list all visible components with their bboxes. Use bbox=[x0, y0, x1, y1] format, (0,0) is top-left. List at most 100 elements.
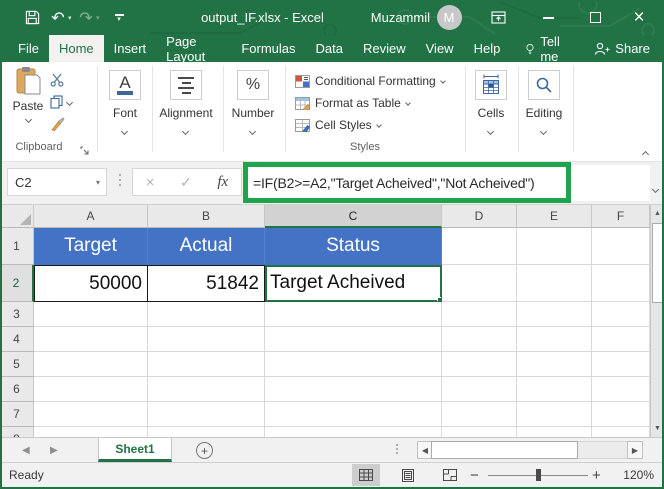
cell-A1[interactable]: Target bbox=[34, 228, 148, 265]
cell-A6[interactable] bbox=[34, 377, 148, 402]
cell-B6[interactable] bbox=[148, 377, 265, 402]
column-header-A[interactable]: A bbox=[34, 205, 148, 228]
column-header-C[interactable]: C bbox=[265, 205, 442, 228]
cell-B7[interactable] bbox=[148, 402, 265, 427]
next-sheet-button[interactable]: ▶ bbox=[50, 438, 58, 462]
scroll-down-button[interactable]: ▼ bbox=[651, 420, 664, 437]
cell-E8[interactable] bbox=[517, 427, 592, 437]
cell-F6[interactable] bbox=[592, 377, 650, 402]
undo-button[interactable]: ↶ bbox=[48, 0, 68, 35]
select-all-corner[interactable] bbox=[0, 205, 34, 228]
vertical-scrollbar-thumb[interactable] bbox=[652, 223, 663, 303]
cell-F5[interactable] bbox=[592, 352, 650, 377]
cell-F7[interactable] bbox=[592, 402, 650, 427]
cell-D5[interactable] bbox=[442, 352, 517, 377]
cell-styles-button[interactable]: Cell Styles bbox=[295, 117, 381, 133]
cells-group-button[interactable] bbox=[475, 70, 507, 100]
tab-home[interactable]: Home bbox=[49, 35, 104, 62]
insert-function-button[interactable]: fx bbox=[217, 174, 228, 191]
scroll-right-button[interactable]: ▶ bbox=[627, 441, 643, 459]
cell-B5[interactable] bbox=[148, 352, 265, 377]
cell-E4[interactable] bbox=[517, 327, 592, 352]
zoom-level[interactable]: 120% bbox=[623, 463, 654, 487]
previous-sheet-button[interactable]: ◀ bbox=[22, 438, 30, 462]
conditional-formatting-button[interactable]: Conditional Formatting bbox=[295, 73, 445, 89]
cell-C4[interactable] bbox=[265, 327, 442, 352]
row-header-2[interactable]: 2 bbox=[0, 265, 34, 302]
cell-D6[interactable] bbox=[442, 377, 517, 402]
cell-F3[interactable] bbox=[592, 302, 650, 327]
cell-A7[interactable] bbox=[34, 402, 148, 427]
tab-insert[interactable]: Insert bbox=[104, 35, 157, 62]
cell-B4[interactable] bbox=[148, 327, 265, 352]
paste-button[interactable]: Paste bbox=[8, 66, 48, 138]
zoom-out-button[interactable]: − bbox=[470, 463, 479, 487]
name-box[interactable]: C2 ▾ bbox=[7, 168, 107, 196]
user-name[interactable]: Muzammil bbox=[368, 0, 430, 35]
horizontal-scrollbar-thumb[interactable] bbox=[431, 441, 578, 459]
row-header-3[interactable]: 3 bbox=[0, 302, 34, 327]
cell-E2[interactable] bbox=[517, 265, 592, 302]
format-painter-button[interactable] bbox=[50, 114, 72, 134]
tab-file[interactable]: File bbox=[8, 35, 49, 62]
page-break-preview-button[interactable] bbox=[436, 464, 464, 486]
cell-A3[interactable] bbox=[34, 302, 148, 327]
tab-help[interactable]: Help bbox=[464, 35, 511, 62]
column-header-F[interactable]: F bbox=[592, 205, 650, 228]
cell-B3[interactable] bbox=[148, 302, 265, 327]
vertical-scrollbar[interactable]: ▲ ▼ bbox=[650, 205, 664, 437]
cell-E3[interactable] bbox=[517, 302, 592, 327]
alignment-group-dropdown[interactable] bbox=[183, 123, 188, 137]
close-button[interactable]: × bbox=[626, 0, 652, 35]
sheet-tab-sheet1[interactable]: Sheet1 bbox=[98, 438, 172, 462]
tab-scroll-splitter[interactable] bbox=[396, 444, 398, 454]
zoom-in-button[interactable]: + bbox=[592, 463, 601, 487]
name-box-dropdown-icon[interactable]: ▾ bbox=[96, 178, 100, 187]
formula-bar-drag-handle[interactable] bbox=[119, 174, 121, 186]
ribbon-display-options-button[interactable] bbox=[486, 0, 510, 35]
redo-dropdown[interactable]: ▾ bbox=[96, 0, 100, 35]
cell-E1[interactable] bbox=[517, 228, 592, 265]
row-header-5[interactable]: 5 bbox=[0, 352, 34, 377]
row-header-7[interactable]: 7 bbox=[0, 402, 34, 427]
cell-F2[interactable] bbox=[592, 265, 650, 302]
cell-E6[interactable] bbox=[517, 377, 592, 402]
new-sheet-button[interactable]: + bbox=[196, 442, 213, 459]
clipboard-dialog-launcher[interactable] bbox=[80, 144, 89, 158]
cell-F1[interactable] bbox=[592, 228, 650, 265]
cell-A8[interactable] bbox=[34, 427, 148, 437]
cell-B1[interactable]: Actual bbox=[148, 228, 265, 265]
enter-formula-button[interactable]: ✓ bbox=[180, 174, 192, 191]
zoom-slider-thumb[interactable] bbox=[536, 469, 541, 481]
row-header-4[interactable]: 4 bbox=[0, 327, 34, 352]
column-header-E[interactable]: E bbox=[517, 205, 592, 228]
cell-C7[interactable] bbox=[265, 402, 442, 427]
tab-view[interactable]: View bbox=[416, 35, 464, 62]
minimize-button[interactable] bbox=[536, 0, 560, 35]
cell-D8[interactable] bbox=[442, 427, 517, 437]
page-layout-view-button[interactable] bbox=[394, 464, 422, 486]
number-group-dropdown[interactable] bbox=[250, 123, 255, 137]
cell-D4[interactable] bbox=[442, 327, 517, 352]
maximize-button[interactable] bbox=[583, 0, 607, 35]
cells-group-dropdown[interactable] bbox=[488, 123, 493, 137]
row-header-8[interactable]: 8 bbox=[0, 427, 34, 437]
cell-C5[interactable] bbox=[265, 352, 442, 377]
font-group-dropdown[interactable] bbox=[122, 123, 127, 137]
customize-quick-access-button[interactable]: ▾ bbox=[110, 0, 128, 35]
tell-me-button[interactable]: Tell me bbox=[516, 35, 580, 62]
cell-E7[interactable] bbox=[517, 402, 592, 427]
cell-A4[interactable] bbox=[34, 327, 148, 352]
cell-D7[interactable] bbox=[442, 402, 517, 427]
cell-C3[interactable] bbox=[265, 302, 442, 327]
column-header-B[interactable]: B bbox=[148, 205, 265, 228]
save-button[interactable] bbox=[20, 0, 44, 35]
collapse-ribbon-button[interactable] bbox=[643, 146, 648, 160]
tab-formulas[interactable]: Formulas bbox=[231, 35, 305, 62]
copy-button[interactable] bbox=[50, 92, 72, 112]
tab-data[interactable]: Data bbox=[306, 35, 353, 62]
cell-A2[interactable]: 50000 bbox=[34, 265, 148, 302]
cell-B8[interactable] bbox=[148, 427, 265, 437]
expand-formula-bar-button[interactable] bbox=[653, 179, 658, 197]
share-button[interactable]: Share bbox=[580, 35, 664, 62]
